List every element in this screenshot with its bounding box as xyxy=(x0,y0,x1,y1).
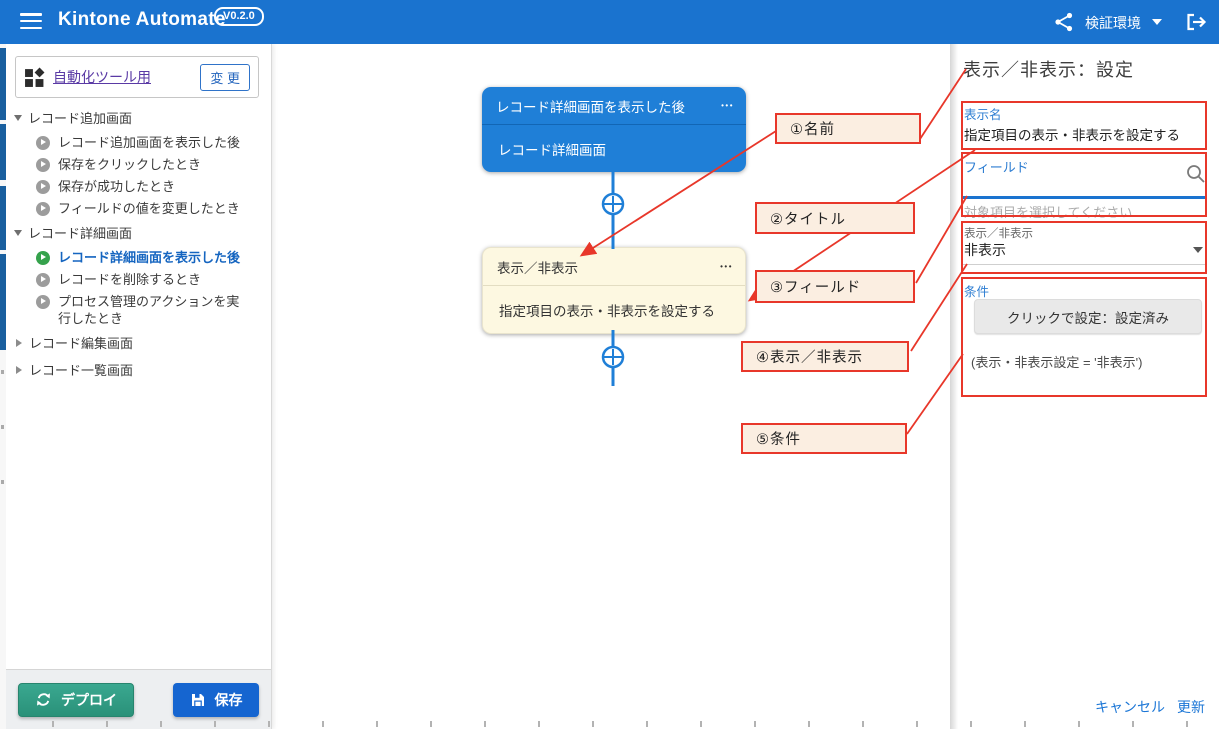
change-app-button[interactable]: 変 更 xyxy=(200,64,250,91)
node-menu-icon[interactable]: ••• xyxy=(721,102,734,110)
play-circle-icon-green xyxy=(36,251,50,265)
chevron-down-icon[interactable] xyxy=(1152,19,1162,25)
play-circle-icon xyxy=(36,180,50,194)
play-circle-icon xyxy=(36,295,50,309)
tree-event[interactable]: 保存をクリックしたとき xyxy=(6,153,271,175)
deploy-button[interactable]: デプロイ xyxy=(18,683,134,717)
app-title: Kintone Automate xyxy=(58,9,226,31)
tree-group-record-edit[interactable]: レコード編集画面 xyxy=(6,329,271,356)
sync-icon xyxy=(35,691,52,708)
sidebar-footer: デプロイ 保存 xyxy=(6,669,271,729)
field-placeholder-text: 対象項目を選択してください xyxy=(964,202,1132,221)
action-node[interactable]: 表示／非表示 ••• 指定項目の表示・非表示を設定する xyxy=(482,247,746,334)
caret-right-icon xyxy=(16,366,22,374)
edge-minimap-strip xyxy=(0,44,6,729)
condition-set-button[interactable]: クリックで設定：設定済み xyxy=(974,299,1202,334)
search-icon[interactable] xyxy=(1186,164,1206,184)
play-circle-icon xyxy=(36,136,50,150)
settings-panel: 表示／非表示：設定 表示名 指定項目の表示・非表示を設定する フィールド 対象項… xyxy=(950,44,1219,729)
visibility-select[interactable]: 非表示 xyxy=(964,240,1006,260)
annotation-name: ①名前 xyxy=(775,113,921,144)
tree-event-selected[interactable]: レコード詳細画面を表示した後 xyxy=(6,246,271,268)
play-circle-icon xyxy=(36,202,50,216)
tree-group-record-list[interactable]: レコード一覧画面 xyxy=(6,356,271,383)
select-caret-icon[interactable] xyxy=(1193,247,1203,253)
caret-right-icon xyxy=(16,339,22,347)
node-menu-icon[interactable]: ••• xyxy=(720,263,733,271)
app-name-link[interactable]: 自動化ツール用 xyxy=(53,67,151,87)
app-header: Kintone Automate V0.2.0 検証環境 xyxy=(0,0,1219,44)
version-badge: V0.2.0 xyxy=(214,7,264,26)
condition-summary: (表示・非表示設定 = '非表示') xyxy=(971,352,1142,371)
save-floppy-icon xyxy=(190,692,206,708)
annotation-field: ③フィールド xyxy=(755,270,915,303)
annotation-condition: ⑤条件 xyxy=(741,423,907,454)
update-link[interactable]: 更新 xyxy=(1177,697,1205,717)
trigger-node[interactable]: レコード詳細画面を表示した後 ••• レコード詳細画面 xyxy=(482,87,746,172)
hamburger-menu-icon[interactable] xyxy=(20,13,42,31)
share-icon[interactable] xyxy=(1053,11,1075,33)
save-button[interactable]: 保存 xyxy=(173,683,259,717)
trigger-node-header: レコード詳細画面を表示した後 ••• xyxy=(482,87,746,125)
display-name-value[interactable]: 指定項目の表示・非表示を設定する xyxy=(964,124,1180,144)
field-input-underline xyxy=(963,196,1206,199)
condition-label: 条件 xyxy=(964,281,989,300)
sidebar: 自動化ツール用 変 更 レコード追加画面 レコード追加画面を表示した後 保存をク… xyxy=(6,44,272,729)
tree-event[interactable]: レコードを削除するとき xyxy=(6,268,271,290)
tree-event[interactable]: 保存が成功したとき xyxy=(6,175,271,197)
field-search-input[interactable] xyxy=(963,172,1167,196)
app-grid-icon xyxy=(24,67,45,88)
display-name-label: 表示名 xyxy=(964,104,1002,123)
tree-group-record-detail[interactable]: レコード詳細画面 xyxy=(6,219,271,246)
annotation-title: ②タイトル xyxy=(755,202,915,234)
panel-title: 表示／非表示：設定 xyxy=(963,56,1134,82)
action-node-header: 表示／非表示 ••• xyxy=(483,248,745,286)
kintone-automate-window: Kintone Automate V0.2.0 検証環境 xyxy=(0,0,1219,729)
play-circle-icon xyxy=(36,158,50,172)
annotation-visibility: ④表示／非表示 xyxy=(741,341,909,372)
caret-down-icon xyxy=(14,230,22,236)
bottom-ruler-ticks xyxy=(0,721,1219,727)
visibility-label: 表示／非表示 xyxy=(964,225,1033,241)
tree-event[interactable]: レコード追加画面を表示した後 xyxy=(6,131,271,153)
logout-icon[interactable] xyxy=(1184,11,1208,33)
tree-event[interactable]: フィールドの値を変更したとき xyxy=(6,197,271,219)
visibility-underline xyxy=(963,264,1206,265)
trigger-node-subtitle: レコード詳細画面 xyxy=(482,125,746,172)
caret-down-icon xyxy=(14,115,22,121)
tree-group-record-add[interactable]: レコード追加画面 xyxy=(6,104,271,131)
tree-event[interactable]: プロセス管理のアクションを実行したとき xyxy=(6,290,271,329)
environment-selector[interactable]: 検証環境 xyxy=(1085,13,1141,33)
action-node-subtitle: 指定項目の表示・非表示を設定する xyxy=(483,286,745,333)
play-circle-icon xyxy=(36,273,50,287)
cancel-link[interactable]: キャンセル xyxy=(1095,697,1165,717)
app-card: 自動化ツール用 変 更 xyxy=(15,56,259,98)
event-tree: レコード追加画面 レコード追加画面を表示した後 保存をクリックしたとき 保存が成… xyxy=(6,104,271,383)
